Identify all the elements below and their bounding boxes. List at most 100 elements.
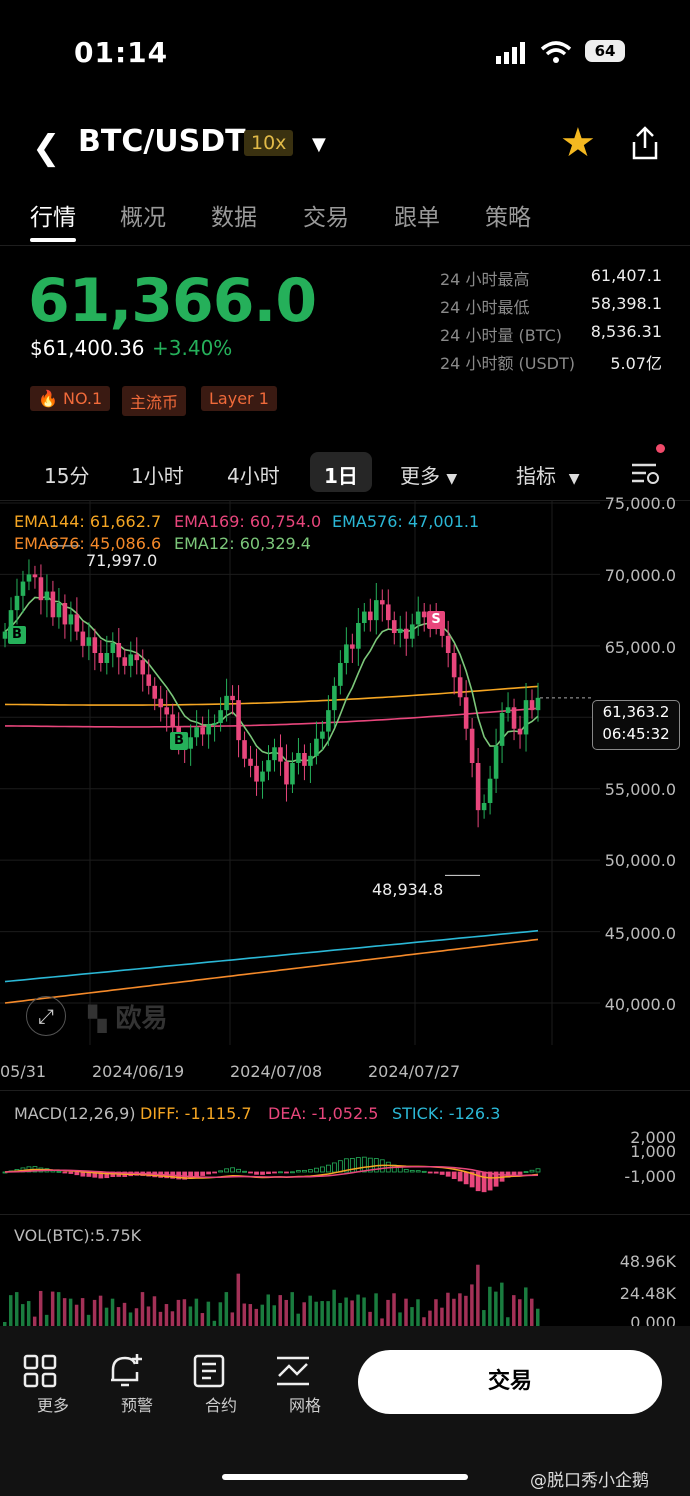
- interval-15m[interactable]: 15分: [44, 460, 89, 489]
- caret-down-icon: ▼: [568, 471, 580, 487]
- ema576-label: EMA576: 47,001.1: [332, 512, 480, 531]
- candlestick-chart[interactable]: [0, 500, 690, 1050]
- candle-body: [379, 600, 385, 605]
- nav-grid[interactable]: 网格: [275, 1350, 335, 1416]
- macd-bar: [74, 1171, 80, 1176]
- buy-signal: B: [170, 732, 188, 750]
- macd-bar: [302, 1169, 307, 1173]
- caret-down-icon: ▼: [446, 471, 458, 487]
- volume-bar: [278, 1295, 282, 1326]
- candle-body: [230, 695, 235, 701]
- candle-body: [493, 745, 499, 779]
- candle-body: [260, 771, 265, 782]
- volume-bar: [476, 1264, 480, 1326]
- candle-body: [206, 724, 211, 735]
- candle-body: [104, 653, 110, 663]
- volume-bar: [536, 1308, 540, 1326]
- macd-bar: [56, 1170, 62, 1173]
- wifi-icon: [540, 41, 572, 63]
- candle-body: [152, 685, 158, 699]
- candle-body: [511, 707, 517, 729]
- back-icon[interactable]: ❮: [32, 128, 61, 168]
- macd-bar: [415, 1170, 421, 1173]
- macd-bar: [421, 1170, 427, 1173]
- stat-label: 24 小时最高: [440, 270, 530, 289]
- interval-1h[interactable]: 1小时: [131, 460, 184, 489]
- chevron-down-icon[interactable]: ▼: [312, 134, 326, 155]
- volume-bar: [362, 1297, 366, 1326]
- share-icon[interactable]: [628, 124, 662, 162]
- candle-body: [463, 697, 469, 729]
- grid-icon: [23, 1354, 57, 1388]
- candle-body: [74, 614, 80, 632]
- candle-body: [62, 603, 68, 625]
- tab-overview[interactable]: 概况: [120, 198, 166, 232]
- candle-body: [236, 700, 241, 741]
- more-intervals[interactable]: 更多 ▼: [400, 460, 457, 489]
- chart-settings-icon[interactable]: [632, 462, 660, 486]
- tab-data[interactable]: 数据: [211, 198, 257, 232]
- layer-tag[interactable]: Layer 1: [201, 386, 277, 411]
- interval-1d[interactable]: 1日: [324, 460, 358, 489]
- divider: [0, 1090, 690, 1091]
- macd-bar: [260, 1171, 265, 1175]
- candle-body: [188, 737, 193, 749]
- stat-label: 24 小时最低: [440, 298, 530, 317]
- trade-button[interactable]: 交易: [358, 1350, 662, 1414]
- star-icon[interactable]: ★: [560, 120, 596, 166]
- volume-bar: [374, 1293, 378, 1326]
- macd-bar: [325, 1164, 331, 1173]
- volume-bar: [218, 1302, 223, 1326]
- macd-bar: [272, 1171, 277, 1174]
- nav-more[interactable]: 更多: [23, 1350, 83, 1416]
- candle-body: [421, 611, 427, 618]
- candle-body: [409, 624, 415, 639]
- candle-body: [14, 595, 20, 611]
- volume-bar: [422, 1317, 426, 1326]
- volume-bar: [296, 1313, 300, 1326]
- volume-bar: [458, 1293, 462, 1326]
- home-indicator[interactable]: [222, 1474, 468, 1480]
- candle-body: [505, 707, 511, 713]
- ema169-label: EMA169: 60,754.0: [174, 512, 322, 531]
- macd-bar: [457, 1171, 463, 1182]
- candle-body: [98, 653, 104, 663]
- divider: [0, 245, 690, 246]
- nav-alert[interactable]: 预警: [107, 1350, 167, 1416]
- indicator-button[interactable]: 指标 ▼: [516, 460, 580, 489]
- x-tick-label: 2024/07/27: [368, 1062, 461, 1081]
- macd-bar: [487, 1171, 493, 1191]
- volume-bar: [482, 1310, 486, 1326]
- volume-bar: [158, 1311, 163, 1326]
- candle-body: [56, 603, 62, 618]
- interval-4h[interactable]: 4小时: [227, 460, 280, 489]
- notification-dot: [656, 444, 665, 453]
- candle-body: [403, 628, 409, 639]
- tab-strategy[interactable]: 策略: [485, 198, 531, 232]
- tab-market[interactable]: 行情: [30, 198, 76, 232]
- volume-title: VOL(BTC):5.75K: [14, 1226, 142, 1245]
- volume-bar: [512, 1295, 516, 1326]
- volume-tick: 24.48K: [619, 1284, 676, 1303]
- x-tick-label: 2024/07/08: [230, 1062, 323, 1081]
- volume-bar: [242, 1303, 247, 1326]
- stat-label: 24 小时额 (USDT): [440, 354, 575, 373]
- candle-body: [80, 631, 86, 646]
- candle-body: [164, 707, 169, 715]
- expand-icon[interactable]: ⤢: [26, 996, 66, 1036]
- tab-copy-trading[interactable]: 跟单: [394, 198, 440, 232]
- tab-trade[interactable]: 交易: [303, 198, 349, 232]
- candle-body: [457, 677, 463, 698]
- stat-value: 61,407.1: [590, 266, 662, 285]
- pair-title[interactable]: BTC/USDT: [78, 124, 246, 159]
- candle-body: [218, 710, 223, 723]
- candle-body: [158, 698, 164, 708]
- rank-tag[interactable]: 🔥 NO.1: [30, 386, 111, 411]
- candle-body: [445, 635, 451, 653]
- nav-contract[interactable]: 合约: [191, 1350, 251, 1416]
- candle-body: [535, 697, 541, 711]
- volume-bar: [386, 1299, 390, 1326]
- volume-bar: [86, 1314, 91, 1326]
- volume-bar: [410, 1307, 414, 1326]
- category-tag[interactable]: 主流币: [122, 386, 187, 416]
